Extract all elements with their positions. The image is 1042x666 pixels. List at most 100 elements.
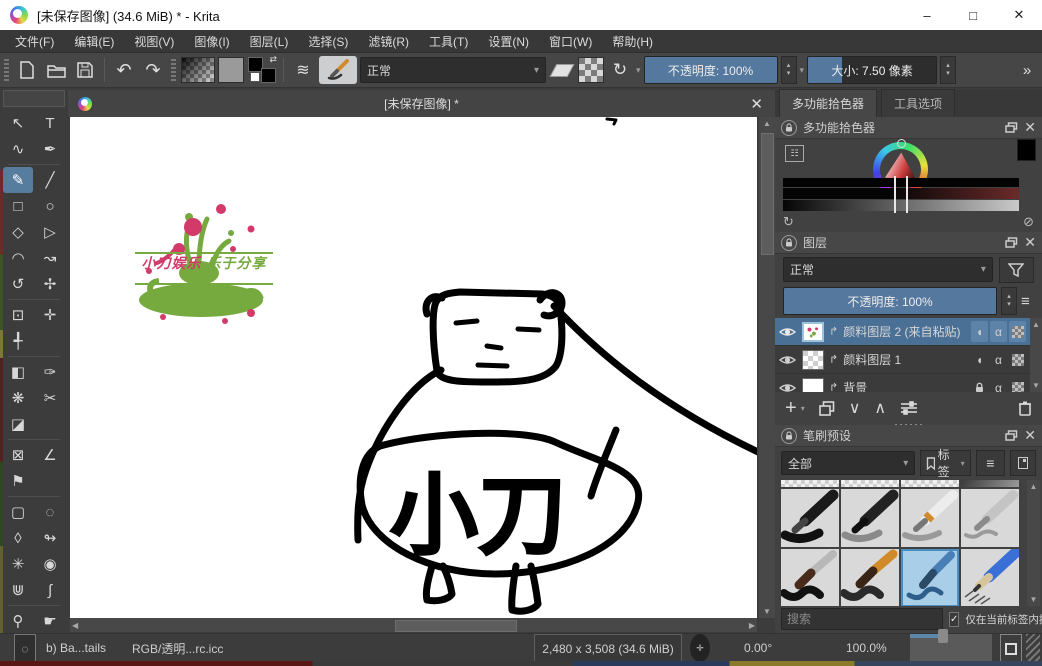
scroll-up-icon[interactable]: ▲ [761, 117, 773, 130]
menu-filter[interactable]: 滤镜(R) [359, 30, 418, 53]
maximize-button[interactable]: □ [950, 0, 996, 30]
move-layer-up-button[interactable]: ∧ [874, 398, 886, 418]
new-document-button[interactable] [14, 57, 40, 83]
freehand-path-tool[interactable]: ↝ [35, 245, 65, 271]
menu-edit[interactable]: 编辑(E) [65, 30, 123, 53]
color-docker-header[interactable]: 多功能拾色器 ✕ [775, 117, 1042, 139]
layer-lock-icon[interactable] [971, 377, 988, 392]
spin-down-icon[interactable]: ▾ [787, 70, 791, 78]
brush-search-input[interactable] [781, 608, 943, 630]
close-button[interactable]: ✕ [996, 0, 1042, 30]
brush-preset-ink-pen-soft[interactable] [841, 489, 899, 547]
layer-style-icon[interactable]: ◖ [971, 321, 988, 342]
toolbar-overflow-button[interactable]: » [1014, 57, 1040, 83]
brush-menu-hamburger-icon[interactable]: ≡ [976, 450, 1005, 476]
menu-help[interactable]: 帮助(H) [603, 30, 662, 53]
brush-preset-eraser-circle[interactable] [781, 480, 839, 487]
opacity-spinner[interactable]: ▴ ▾ [781, 56, 797, 84]
reload-dropdown-caret[interactable]: ▾ [636, 65, 641, 76]
move-tool[interactable]: ✛ [35, 302, 65, 328]
layer-list-scrollbar[interactable]: ▲ ▼ [1030, 318, 1042, 392]
brush-grid-scrollbar[interactable]: ▲ ▼ [1027, 480, 1040, 606]
preserve-alpha-button[interactable] [578, 57, 604, 83]
scroll-up-icon[interactable]: ▲ [1030, 318, 1042, 331]
minimize-button[interactable]: – [904, 0, 950, 30]
layer-blending-mode-dropdown[interactable]: 正常 ▾ [783, 257, 993, 282]
polygon-tool[interactable]: ◇ [3, 219, 33, 245]
spin-up-icon[interactable]: ▴ [946, 62, 950, 70]
float-docker-icon[interactable] [1005, 122, 1018, 133]
close-docker-icon[interactable]: ✕ [1024, 234, 1036, 251]
delete-layer-button[interactable] [1018, 400, 1032, 416]
brush-preset-paintbrush-wet[interactable] [781, 549, 839, 606]
layer-row-background[interactable]: ↱ 背景 α [775, 374, 1030, 392]
magnetic-select-tool[interactable]: ⋓ [3, 577, 33, 603]
reference-images-tool[interactable]: ⚑ [3, 468, 33, 494]
gradient-swatch-button[interactable] [181, 57, 215, 83]
opacity-dropdown-caret[interactable]: ▾ [800, 65, 805, 76]
brush-preset-ink-pen[interactable] [781, 489, 839, 547]
open-document-button[interactable] [43, 57, 69, 83]
brush-preset-paintbrush-oil[interactable] [841, 549, 899, 606]
color-sampler-tool[interactable]: ✑ [35, 359, 65, 385]
brush-preset-eraser-small[interactable] [841, 480, 899, 487]
freehand-brush-tool[interactable]: ✎ [3, 167, 33, 193]
float-docker-icon[interactable] [1005, 430, 1018, 441]
calligraphy-tool[interactable]: ✒ [35, 136, 65, 162]
brush-docker-header[interactable]: 笔刷预设 ✕ [775, 425, 1042, 447]
visibility-eye-icon[interactable] [779, 326, 797, 338]
spin-down-icon[interactable]: ▾ [1007, 301, 1011, 309]
size-spinner[interactable]: ▴ ▾ [940, 56, 956, 84]
duplicate-layer-button[interactable] [819, 401, 835, 416]
line-tool[interactable]: ╱ [35, 167, 65, 193]
spin-up-icon[interactable]: ▴ [787, 62, 791, 70]
color-selector-settings-button[interactable]: ☷ [785, 145, 804, 162]
spin-up-icon[interactable]: ▴ [1007, 293, 1011, 301]
layer-thumbnail[interactable] [802, 378, 824, 393]
multibrush-tool[interactable]: ✢ [35, 271, 65, 297]
current-color-swatch[interactable] [1017, 139, 1036, 161]
swap-colors-icon[interactable]: ⇄ [269, 54, 277, 65]
alpha-lock-icon[interactable] [1009, 377, 1026, 392]
polyline-tool[interactable]: ▷ [35, 219, 65, 245]
add-layer-caret[interactable]: ▾ [801, 404, 805, 413]
select-shapes-tool[interactable]: ↖ [3, 110, 33, 136]
close-docker-icon[interactable]: ✕ [1024, 427, 1036, 444]
window-resize-grip[interactable] [1026, 634, 1040, 662]
reload-preset-button[interactable]: ↻ [607, 57, 633, 83]
layer-thumbnail[interactable] [802, 322, 824, 342]
zoom-slider[interactable] [910, 634, 992, 662]
scroll-down-icon[interactable]: ▼ [1028, 593, 1040, 606]
layer-name[interactable]: 颜料图层 2 (来自粘贴) [843, 323, 966, 340]
zoom-slider-handle[interactable] [938, 629, 948, 643]
choices-button[interactable]: ≋ [290, 57, 316, 83]
lock-icon[interactable] [781, 428, 797, 444]
menu-tools[interactable]: 工具(T) [420, 30, 477, 53]
move-layer-down-button[interactable]: ∨ [849, 398, 861, 418]
layer-opacity-slider[interactable]: 不透明度: 100% [783, 287, 997, 315]
background-color[interactable] [261, 68, 276, 83]
edit-shapes-tool[interactable]: ∿ [3, 136, 33, 162]
scroll-up-icon[interactable]: ▲ [1028, 480, 1040, 493]
opacity-slider[interactable]: 不透明度: 100% [644, 56, 778, 84]
float-docker-icon[interactable] [1005, 237, 1018, 248]
toolbox-header[interactable] [3, 90, 65, 107]
lock-icon[interactable] [781, 120, 797, 136]
canvas-rotation-knob[interactable]: ✛ [690, 634, 710, 662]
menu-settings[interactable]: 设置(N) [479, 30, 538, 53]
lock-icon[interactable] [781, 235, 797, 251]
layer-options-hamburger-icon[interactable]: ≡ [1021, 293, 1030, 310]
foreground-background-colors[interactable]: ⇄ [247, 56, 277, 84]
smart-patch-tool[interactable]: ✂ [35, 385, 65, 411]
inherit-alpha-icon[interactable]: α [990, 377, 1007, 392]
pan-tool[interactable]: ☛ [35, 608, 65, 634]
rectangular-select-tool[interactable]: ▢ [3, 499, 33, 525]
current-brush-name[interactable]: b) Ba...tails [46, 634, 106, 662]
rectangle-tool[interactable]: □ [3, 193, 33, 219]
ellipse-tool[interactable]: ○ [35, 193, 65, 219]
hue-indicator[interactable] [897, 139, 906, 148]
layer-name[interactable]: 颜料图层 1 [843, 351, 966, 368]
freehand-select-tool[interactable]: ↬ [35, 525, 65, 551]
text-tool[interactable]: T [35, 110, 65, 136]
brush-view-mode-button[interactable] [1010, 450, 1036, 476]
